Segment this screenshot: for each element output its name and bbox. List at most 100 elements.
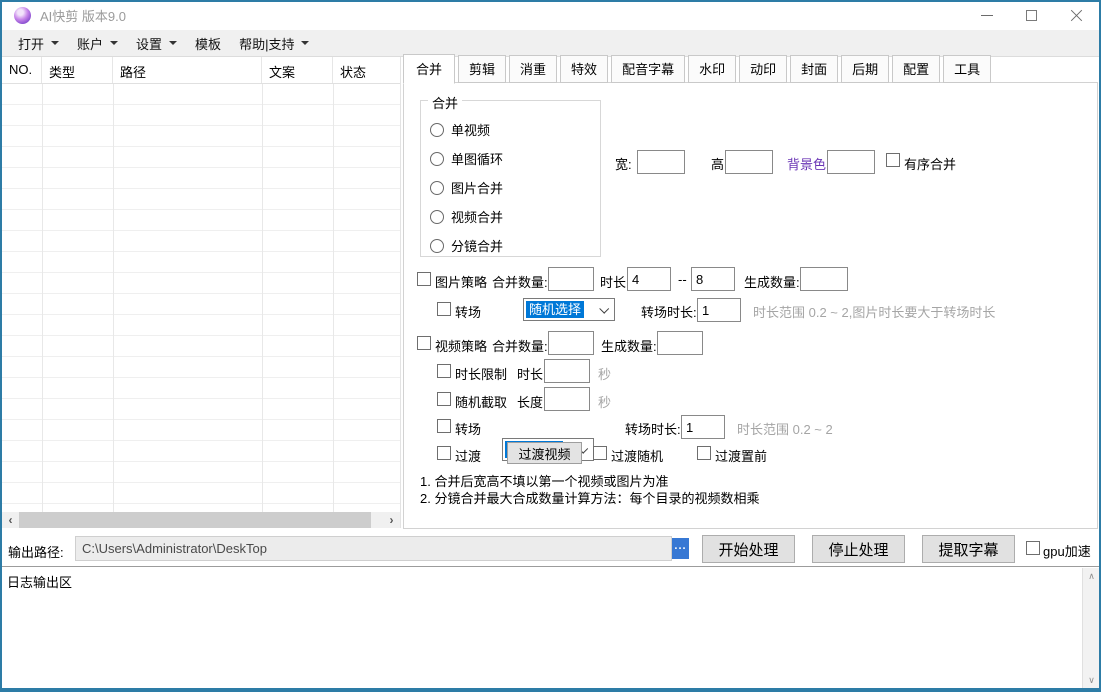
tab-cover[interactable]: 封面 — [790, 55, 838, 83]
image-merge-count-input[interactable] — [548, 267, 594, 291]
height-input[interactable] — [725, 150, 773, 174]
tab-effects[interactable]: 特效 — [560, 55, 608, 83]
radio-icon — [430, 152, 444, 166]
gpu-acceleration-checkbox[interactable] — [1026, 541, 1040, 555]
scrollbar-thumb[interactable] — [19, 512, 371, 528]
crossfade-random-label: 过渡随机 — [611, 446, 663, 465]
groupbox-title: 合并 — [428, 93, 462, 112]
column-header-status[interactable]: 状态 — [333, 57, 400, 83]
start-processing-button[interactable]: 开始处理 — [702, 535, 795, 563]
radio-icon — [430, 181, 444, 195]
image-gen-count-input[interactable] — [800, 267, 848, 291]
radio-single-video[interactable]: 单视频 — [430, 120, 490, 139]
tab-merge[interactable]: 合并 — [403, 54, 455, 84]
duration-field-label: 时长: — [517, 364, 547, 383]
image-gen-count-label: 生成数量: — [744, 272, 800, 291]
image-duration-from-input[interactable] — [627, 267, 671, 291]
crossfade-video-button[interactable]: 过渡视频 — [507, 442, 582, 464]
close-icon — [1070, 9, 1083, 22]
radio-single-image-loop[interactable]: 单图循环 — [430, 149, 503, 168]
duration-limit-label: 时长限制 — [455, 364, 507, 383]
radio-video-merge[interactable]: 视频合并 — [430, 207, 503, 226]
crossfade-front-checkbox[interactable] — [697, 446, 711, 460]
chevron-down-icon — [599, 304, 609, 314]
close-button[interactable] — [1054, 0, 1099, 30]
video-transition-label: 转场 — [455, 419, 481, 438]
column-header-type[interactable]: 类型 — [42, 57, 113, 83]
tab-strip: 合并 剪辑 消重 特效 配音字幕 水印 动印 封面 后期 配置 工具 — [403, 59, 994, 83]
ordered-merge-checkbox[interactable] — [886, 153, 900, 167]
duration-limit-checkbox[interactable] — [437, 364, 451, 378]
menu-account-label: 账户 — [77, 34, 103, 53]
width-input[interactable] — [637, 150, 685, 174]
image-duration-to-input[interactable] — [691, 267, 735, 291]
window-title: AI快剪 版本9.0 — [40, 6, 126, 25]
scroll-right-icon[interactable]: › — [383, 512, 400, 528]
crossfade-label: 过渡 — [455, 446, 481, 465]
radio-image-merge[interactable]: 图片合并 — [430, 178, 503, 197]
menu-template[interactable]: 模板 — [186, 30, 230, 56]
video-transition-duration-input[interactable] — [681, 415, 725, 439]
column-header-no[interactable]: NO. — [2, 57, 42, 83]
duration-limit-input[interactable] — [544, 359, 590, 383]
tab-config[interactable]: 配置 — [892, 55, 940, 83]
scroll-left-icon[interactable]: ‹ — [2, 512, 19, 528]
menu-settings-label: 设置 — [136, 34, 162, 53]
menu-open[interactable]: 打开 — [9, 30, 68, 56]
output-path-input[interactable] — [75, 536, 672, 561]
vertical-scrollbar[interactable]: ∧ ∨ — [1082, 568, 1099, 688]
maximize-icon — [1026, 10, 1037, 21]
file-table-panel: NO. 类型 路径 文案 状态 ‹ › — [2, 57, 401, 528]
random-cut-unit: 秒 — [598, 392, 611, 411]
dropdown-arrow-icon — [110, 41, 118, 45]
image-strategy-label: 图片策略 — [435, 272, 487, 291]
extract-subtitles-button[interactable]: 提取字幕 — [922, 535, 1015, 563]
radio-label: 单图循环 — [451, 149, 503, 168]
image-transition-checkbox[interactable] — [437, 302, 451, 316]
scroll-up-icon[interactable]: ∧ — [1083, 568, 1100, 584]
maximize-button[interactable] — [1009, 0, 1054, 30]
video-transition-checkbox[interactable] — [437, 419, 451, 433]
random-cut-checkbox[interactable] — [437, 392, 451, 406]
column-header-script[interactable]: 文案 — [262, 57, 333, 83]
menu-account[interactable]: 账户 — [68, 30, 127, 56]
random-cut-input[interactable] — [544, 387, 590, 411]
tab-watermark[interactable]: 水印 — [688, 55, 736, 83]
tab-dub-subtitle[interactable]: 配音字幕 — [611, 55, 685, 83]
stop-processing-button[interactable]: 停止处理 — [812, 535, 905, 563]
app-window: AI快剪 版本9.0 打开 账户 设置 模板 帮助|支持 NO. 类型 路径 文… — [0, 0, 1101, 692]
menu-template-label: 模板 — [195, 34, 221, 53]
video-gen-count-input[interactable] — [657, 331, 703, 355]
horizontal-scrollbar[interactable]: ‹ › — [2, 512, 400, 528]
menu-settings[interactable]: 设置 — [127, 30, 186, 56]
random-cut-label: 随机截取 — [455, 392, 507, 411]
tab-dedup[interactable]: 消重 — [509, 55, 557, 83]
column-header-path[interactable]: 路径 — [113, 57, 262, 83]
image-transition-duration-input[interactable] — [697, 298, 741, 322]
image-transition-duration-label: 转场时长: — [641, 302, 697, 321]
merge-mode-groupbox: 合并 单视频 单图循环 图片合并 视频合并 分镜合并 — [420, 100, 601, 257]
radio-storyboard-merge[interactable]: 分镜合并 — [430, 236, 503, 255]
tab-tools[interactable]: 工具 — [943, 55, 991, 83]
video-strategy-checkbox[interactable] — [417, 336, 431, 350]
length-field-label: 长度: — [517, 392, 547, 411]
crossfade-front-label: 过渡置前 — [715, 446, 767, 465]
radio-label: 分镜合并 — [451, 236, 503, 255]
menu-help-support[interactable]: 帮助|支持 — [230, 30, 318, 56]
minimize-button[interactable] — [964, 0, 1009, 30]
crossfade-checkbox[interactable] — [437, 446, 451, 460]
browse-button[interactable]: ... — [672, 538, 689, 559]
dropdown-arrow-icon — [169, 41, 177, 45]
crossfade-random-checkbox[interactable] — [593, 446, 607, 460]
window-controls — [964, 0, 1099, 30]
bg-color-input[interactable] — [827, 150, 875, 174]
image-transition-select[interactable]: 随机选择 — [523, 298, 615, 321]
tab-clip[interactable]: 剪辑 — [458, 55, 506, 83]
tab-post[interactable]: 后期 — [841, 55, 889, 83]
video-merge-count-input[interactable] — [548, 331, 594, 355]
image-strategy-checkbox[interactable] — [417, 272, 431, 286]
radio-label: 单视频 — [451, 120, 490, 139]
scroll-down-icon[interactable]: ∨ — [1083, 672, 1100, 688]
column-divider — [113, 84, 114, 512]
tab-motion-stamp[interactable]: 动印 — [739, 55, 787, 83]
